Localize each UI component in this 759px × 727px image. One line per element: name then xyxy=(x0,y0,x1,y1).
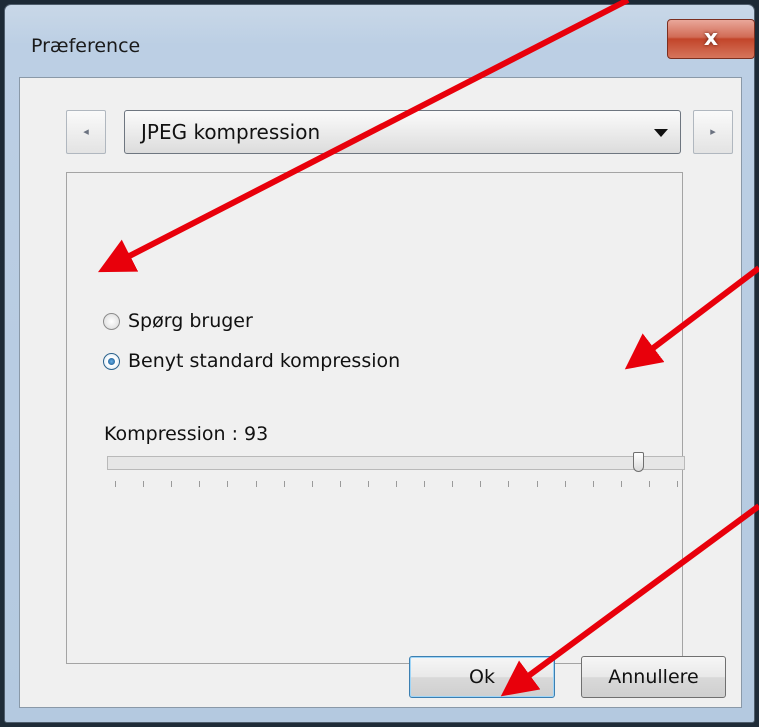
slider-tick xyxy=(199,481,201,487)
radio-label-ask-user: Spørg bruger xyxy=(128,310,253,332)
slider-tick xyxy=(592,481,594,487)
cancel-button[interactable]: Annullere xyxy=(581,656,726,698)
radio-button-standard-compression[interactable] xyxy=(103,352,120,370)
slider-tick xyxy=(227,481,229,487)
slider-tick xyxy=(171,481,173,487)
chevron-down-icon xyxy=(654,129,668,137)
slider-tick xyxy=(648,481,650,487)
slider-tick xyxy=(620,481,622,487)
slider-tick xyxy=(143,481,145,487)
slider-ticks xyxy=(107,481,685,489)
slider-tick xyxy=(452,481,454,487)
radio-standard-compression[interactable]: Benyt standard kompression xyxy=(103,350,400,372)
slider-tick xyxy=(424,481,426,487)
radio-button-ask-user[interactable] xyxy=(103,312,120,330)
window-title: Præference xyxy=(31,35,141,57)
category-select-value: JPEG kompression xyxy=(141,120,321,144)
compression-label: Kompression : 93 xyxy=(104,423,269,445)
preference-dialog: Præference x ◂ JPEG kompression ▸ Spørg … xyxy=(4,4,755,723)
compression-slider-thumb[interactable] xyxy=(632,452,644,472)
slider-tick xyxy=(677,481,678,487)
slider-tick xyxy=(311,481,313,487)
right-triangle-icon: ▸ xyxy=(710,125,716,138)
compression-panel: Spørg bruger Benyt standard kompression … xyxy=(66,172,685,664)
radio-label-standard-compression: Benyt standard kompression xyxy=(128,350,401,372)
slider-tick xyxy=(508,481,510,487)
slider-tick xyxy=(339,481,341,487)
slider-tick xyxy=(564,481,566,487)
close-button[interactable]: x xyxy=(667,19,755,59)
slider-tick xyxy=(367,481,369,487)
slider-tick xyxy=(396,481,397,487)
previous-category-button[interactable]: ◂ xyxy=(66,110,106,154)
slider-tick xyxy=(480,481,482,487)
dialog-client-area: ◂ JPEG kompression ▸ Spørg bruger Benyt … xyxy=(19,77,742,708)
slider-tick xyxy=(536,481,538,487)
ok-button[interactable]: Ok xyxy=(409,656,555,698)
next-category-button[interactable]: ▸ xyxy=(693,110,733,154)
radio-ask-user[interactable]: Spørg bruger xyxy=(103,310,253,332)
category-select[interactable]: JPEG kompression xyxy=(124,110,681,154)
slider-tick xyxy=(283,481,285,487)
slider-tick xyxy=(115,481,116,487)
compression-slider-track[interactable] xyxy=(107,456,685,470)
slider-tick xyxy=(255,481,257,487)
left-triangle-icon: ◂ xyxy=(83,125,89,138)
